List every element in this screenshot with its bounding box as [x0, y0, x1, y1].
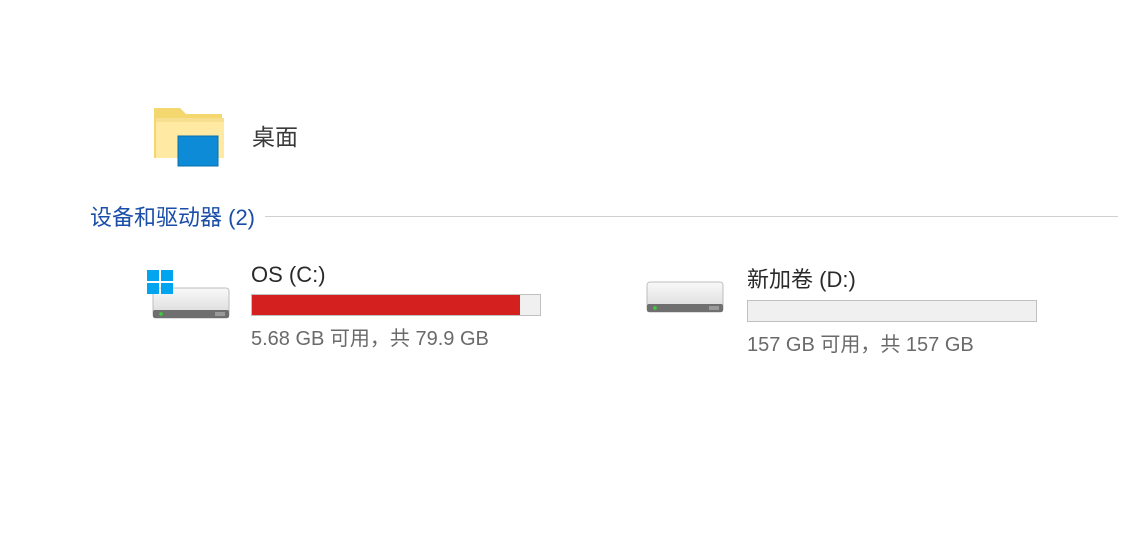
- drive-item-d[interactable]: 新加卷 (D:) 157 GB 可用，共 157 GB: [641, 262, 1037, 357]
- capacity-fill: [252, 295, 520, 315]
- drives-row: OS (C:) 5.68 GB 可用，共 79.9 GB: [145, 262, 1118, 357]
- section-header[interactable]: 设备和驱动器 (2): [90, 200, 1118, 232]
- drive-name: OS (C:): [251, 262, 541, 288]
- explorer-panel: 桌面 设备和驱动器 (2): [0, 100, 1148, 357]
- drive-info: 新加卷 (D:) 157 GB 可用，共 157 GB: [747, 262, 1037, 357]
- system-drive-icon: [145, 262, 233, 332]
- folder-label: 桌面: [252, 118, 298, 152]
- capacity-bar: [251, 294, 541, 316]
- drive-item-c[interactable]: OS (C:) 5.68 GB 可用，共 79.9 GB: [145, 262, 541, 357]
- capacity-bar: [747, 300, 1037, 322]
- drive-status: 5.68 GB 可用，共 79.9 GB: [251, 322, 541, 351]
- drive-name: 新加卷 (D:): [747, 262, 1037, 294]
- section-title: 设备和驱动器 (2): [90, 200, 255, 232]
- drive-icon: [641, 262, 729, 332]
- drive-status: 157 GB 可用，共 157 GB: [747, 328, 1037, 357]
- section-divider: [265, 216, 1118, 217]
- drive-info: OS (C:) 5.68 GB 可用，共 79.9 GB: [251, 262, 541, 351]
- desktop-folder-icon: [150, 100, 230, 170]
- folder-item[interactable]: 桌面: [150, 100, 1118, 170]
